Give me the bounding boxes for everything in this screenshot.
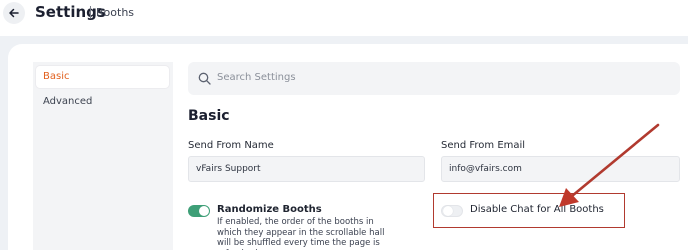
arrow-left-icon (9, 8, 19, 18)
sidebar-item-basic[interactable]: Basic (36, 66, 169, 88)
sidebar-item-advanced[interactable]: Advanced (36, 91, 169, 113)
search-input[interactable]: Search Settings (188, 62, 680, 95)
title-separator (90, 6, 91, 18)
back-button[interactable] (3, 2, 25, 24)
sidebar-item-label: Basic (43, 71, 70, 82)
send-from-name-label: Send From Name (188, 140, 274, 151)
send-from-name-field[interactable]: vFairs Support (188, 156, 425, 182)
breadcrumb: Booths (96, 6, 135, 19)
annotation-highlight-box (433, 193, 625, 228)
top-bar: Settings Booths (0, 0, 688, 36)
randomize-booths-label: Randomize Booths (217, 204, 322, 215)
search-placeholder: Search Settings (217, 72, 296, 83)
toggle-knob (199, 206, 209, 216)
send-from-email-field[interactable]: info@vfairs.com (441, 156, 680, 182)
sidebar-item-label: Advanced (43, 96, 93, 107)
settings-sidebar: Basic Advanced (33, 62, 173, 250)
search-icon (198, 72, 211, 85)
section-title: Basic (188, 108, 230, 124)
send-from-email-label: Send From Email (441, 140, 526, 151)
randomize-booths-description: If enabled, the order of the booths in w… (217, 217, 385, 250)
randomize-booths-toggle[interactable] (188, 205, 210, 217)
